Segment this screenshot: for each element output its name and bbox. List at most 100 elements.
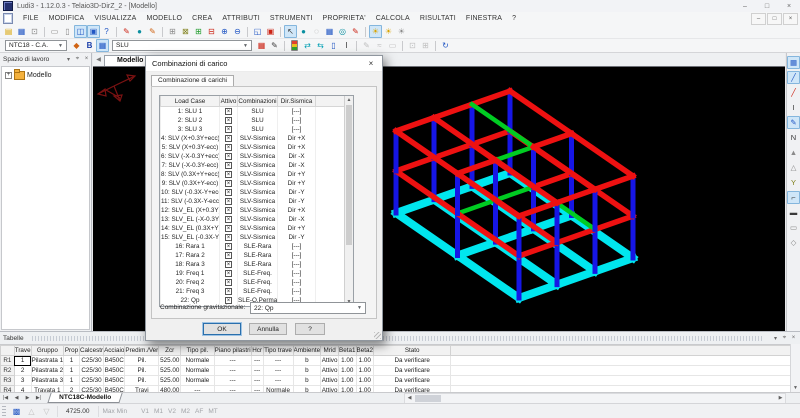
grid-column-header[interactable]: Calcestr <box>79 346 103 356</box>
panel-menu-icon[interactable]: ▾ <box>64 56 73 63</box>
attivo-checkbox[interactable]: × <box>225 126 232 133</box>
combinations-list[interactable]: Load CaseAttivoCombinazioniDir.Sismica1:… <box>159 95 354 307</box>
annotate-icon[interactable]: ✎ <box>349 25 362 38</box>
load-case-row[interactable]: 20: Freq 2×SLE-Freq.[---] <box>161 278 348 287</box>
dialog-close-icon[interactable]: × <box>360 56 382 71</box>
edit-geometry-icon[interactable]: ✎ <box>360 39 373 52</box>
menu-attributi[interactable]: ATTRIBUTI <box>217 15 264 22</box>
document-icon[interactable] <box>3 13 13 24</box>
grid-up-icon[interactable]: △ <box>25 405 38 418</box>
attivo-checkbox[interactable]: × <box>225 135 232 142</box>
result-toggle-m2[interactable]: M2 <box>181 408 190 415</box>
draw-line-icon[interactable]: ╱ <box>787 71 800 84</box>
menu-modello[interactable]: MODELLO <box>142 15 188 22</box>
assign-x-icon[interactable]: ⇄ <box>301 39 314 52</box>
load-case-row[interactable]: 5: SLV (X+0.3Y-ecc)×SLV-SismicaDir +X <box>161 143 348 152</box>
menu-proprieta[interactable]: PROPRIETA' <box>317 15 370 22</box>
draw-beam-icon[interactable]: ╱ <box>787 86 800 99</box>
grid-column-header[interactable]: Stato <box>373 346 450 356</box>
mesh-tool-icon[interactable]: ▦ <box>787 56 800 69</box>
attivo-checkbox[interactable]: × <box>225 207 232 214</box>
load-case-row[interactable]: 1: SLU 1×SLU[---] <box>161 107 348 117</box>
prop-box-icon[interactable]: ▯ <box>327 39 340 52</box>
copy-icon[interactable]: ⊡ <box>28 25 41 38</box>
attivo-checkbox[interactable]: × <box>225 189 232 196</box>
attivo-checkbox[interactable]: × <box>225 297 232 304</box>
result-toggle-af[interactable]: AF <box>195 408 203 415</box>
tile-windows-icon[interactable]: ◫ <box>74 25 87 38</box>
level-icon[interactable]: ▭ <box>787 221 800 234</box>
zoom-window-icon[interactable]: ◱ <box>251 25 264 38</box>
result-toggle-m1[interactable]: M1 <box>154 408 163 415</box>
panel-menu-icon[interactable]: ▾ <box>771 335 780 342</box>
attivo-checkbox[interactable]: × <box>225 261 232 268</box>
combos-edit-icon[interactable]: ✎ <box>268 39 281 52</box>
sheet-tab-active[interactable]: NTC18C-Modello <box>47 393 122 403</box>
dialog-help-button[interactable]: ? <box>295 323 325 335</box>
menu-strumenti[interactable]: STRUMENTI <box>265 15 318 22</box>
light-half-icon[interactable]: ☀ <box>382 25 395 38</box>
menu-file[interactable]: FILE <box>18 15 44 22</box>
shade-icon[interactable]: ● <box>297 25 310 38</box>
corner-tool-icon[interactable]: ⌐ <box>787 191 800 204</box>
cancel-button[interactable]: Annulla <box>249 323 287 335</box>
grid-icon[interactable]: ⊞ <box>166 25 179 38</box>
save-icon[interactable]: ▦ <box>15 25 28 38</box>
sheet-nav-icon[interactable]: ▶ <box>22 395 33 401</box>
load-case-row[interactable]: 3: SLU 3×SLU[---] <box>161 125 348 134</box>
panel-drag-handle[interactable] <box>32 336 763 341</box>
assign-y-icon[interactable]: ⇆ <box>314 39 327 52</box>
support-icon[interactable]: ▲ <box>787 146 800 159</box>
tile-icon[interactable]: ⊞ <box>419 39 432 52</box>
minimize-icon[interactable]: – <box>734 1 756 12</box>
remove-node-icon[interactable]: ⊟ <box>205 25 218 38</box>
wireframe-icon[interactable]: ◌ <box>310 25 323 38</box>
grid-column-header[interactable]: Piano pilastri <box>214 346 251 356</box>
attivo-checkbox[interactable]: × <box>225 153 232 160</box>
load-case-row[interactable]: 16: Rara 1×SLE-Rara[---] <box>161 242 348 251</box>
globe-icon[interactable]: ◎ <box>336 25 349 38</box>
grid-column-header[interactable]: Gruppo <box>31 346 64 356</box>
grid-column-header[interactable]: Ambiente <box>293 346 321 356</box>
load-case-row[interactable]: 2: SLU 2×SLU[---] <box>161 116 348 125</box>
open-icon[interactable]: ▤ <box>2 25 15 38</box>
draw-column-icon[interactable]: I <box>787 101 800 114</box>
dialog-resize-grip[interactable] <box>374 332 381 339</box>
curve-icon[interactable]: ≈ <box>373 39 386 52</box>
list-column-header[interactable]: Load Case <box>161 96 220 107</box>
view-3d-icon[interactable]: ▦ <box>96 39 109 52</box>
sketch-icon[interactable]: ✎ <box>146 25 159 38</box>
load-case-row[interactable]: 13: SLV_EL (-X-0.3Y)×SLV-SismicaDir -X <box>161 215 348 224</box>
load-case-row[interactable]: 8: SLV (0.3X+Y+ecc)×SLV-SismicaDir +Y <box>161 170 348 179</box>
load-case-row[interactable]: 10: SLV (-0.3X-Y+ecc)×SLV-SismicaDir -Y <box>161 188 348 197</box>
load-case-row[interactable]: 6: SLV (-X-0.3Y+ecc)×SLV-SismicaDir -X <box>161 152 348 161</box>
render-icon[interactable]: ● <box>133 25 146 38</box>
zoom-out-icon[interactable]: ⊖ <box>231 25 244 38</box>
combination-select[interactable]: SLU▼ <box>112 40 252 51</box>
attivo-checkbox[interactable]: × <box>225 252 232 259</box>
pin-icon[interactable]: ⌖ <box>73 56 82 63</box>
maxmin-toggle[interactable]: Max Min <box>103 408 128 415</box>
light-off-icon[interactable]: ☀ <box>395 25 408 38</box>
attivo-checkbox[interactable]: × <box>225 279 232 286</box>
snap-status-icon[interactable]: ▩ <box>10 405 23 418</box>
grid-row[interactable]: R22Pilastrata 21C25/30B450CPil.525.00Nor… <box>1 366 791 376</box>
zoom-extents-icon[interactable]: ▣ <box>264 25 277 38</box>
hinge-icon[interactable]: △ <box>787 161 800 174</box>
brush-icon[interactable]: ✎ <box>120 25 133 38</box>
light-full-icon[interactable]: ☀ <box>369 25 382 38</box>
load-case-row[interactable]: 4: SLV (X+0.3Y+ecc)×SLV-SismicaDir +X <box>161 134 348 143</box>
grid-column-header[interactable]: Prop <box>64 346 80 356</box>
grid-column-header[interactable]: Tipo trave <box>263 346 293 356</box>
grid-down-icon[interactable]: ▽ <box>40 405 53 418</box>
print-icon[interactable]: ▭ <box>48 25 61 38</box>
result-toggle-v2[interactable]: V2 <box>168 408 176 415</box>
attivo-checkbox[interactable]: × <box>225 225 232 232</box>
select-arrow-icon[interactable]: ↖ <box>284 25 297 38</box>
attivo-checkbox[interactable]: × <box>225 162 232 169</box>
attivo-checkbox[interactable]: × <box>225 198 232 205</box>
load-case-row[interactable]: 19: Freq 1×SLE-Freq.[---] <box>161 269 348 278</box>
mdi-close-icon[interactable]: × <box>783 13 798 25</box>
attivo-checkbox[interactable]: × <box>225 288 232 295</box>
misc-tool-icon[interactable]: ◇ <box>787 236 800 249</box>
